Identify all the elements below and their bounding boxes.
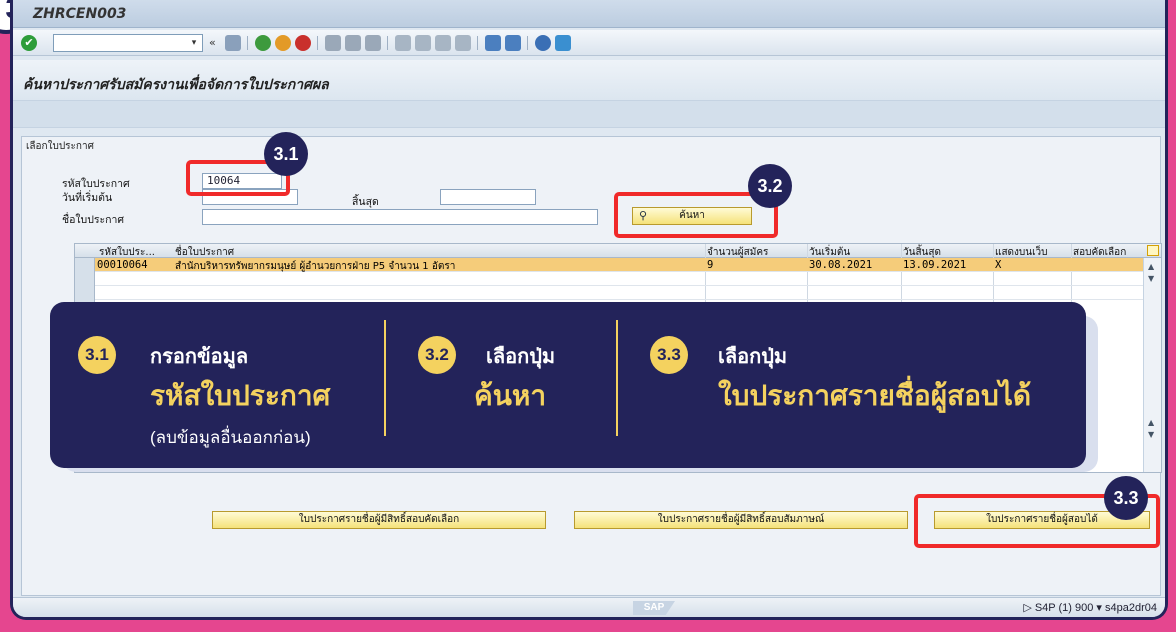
system-info[interactable]: ▷ S4P (1) 900 ▾ s4pa2dr04 (1023, 601, 1157, 614)
shortcut-icon[interactable] (505, 35, 521, 51)
instruction-panel: 3.1 กรอกข้อมูล รหัสใบประกาศ (ลบข้อมูลอื่… (50, 302, 1086, 468)
step-3-3-highlight: ใบประกาศรายชื่อผู้สอบได้ (718, 380, 1032, 411)
step-3-2-title: เลือกปุ่ม (486, 346, 556, 368)
step-3-3-badge: 3.3 (650, 336, 688, 374)
table-row[interactable] (95, 272, 1143, 286)
cell-start: 30.08.2021 (809, 259, 873, 271)
exit-icon[interactable] (275, 35, 291, 51)
toolbar-divider (317, 36, 318, 50)
play-icon[interactable]: ▷ (1023, 602, 1035, 614)
chevron-down-icon[interactable]: ▾ (186, 35, 202, 51)
callout-badge-3-3: 3.3 (1104, 476, 1148, 520)
scroll-down-icon[interactable]: ▼ (1148, 430, 1154, 439)
last-page-icon[interactable] (455, 35, 471, 51)
screen-title: ค้นหาประกาศรับสมัครงานเพื่อจัดการใบประกา… (23, 77, 329, 93)
cell-code: 00010064 (97, 259, 148, 271)
start-date-label: วันที่เริ่มต้น (62, 192, 113, 204)
table-scrollbar[interactable]: ▲ ▼ ▲ ▼ (1143, 258, 1161, 472)
find-next-icon[interactable] (365, 35, 381, 51)
end-date-label: สิ้นสุด (352, 196, 379, 208)
table-row[interactable]: 00010064 สำนักบริหารทรัพยากรมนุษย์ ผู้อำ… (95, 258, 1143, 272)
window-title: ZHRCEN003 (33, 6, 127, 22)
cell-applicants: 9 (707, 259, 714, 271)
cell-web: X (995, 259, 1002, 271)
title-bar: ZHRCEN003 (13, 0, 1165, 28)
collapse-icon[interactable]: « (209, 36, 216, 49)
save-icon[interactable] (225, 35, 241, 51)
enter-check-icon[interactable]: ✔ (21, 35, 37, 51)
toolbar-divider (527, 36, 528, 50)
layout-icon[interactable] (555, 35, 571, 51)
sap-logo: SAP (633, 601, 675, 615)
step-3-1-highlight: รหัสใบประกาศ (150, 380, 331, 411)
exam-list-button[interactable]: ใบประกาศรายชื่อผู้มีสิทธิ์สอบคัดเลือก (212, 511, 546, 529)
next-page-icon[interactable] (435, 35, 451, 51)
announcement-name-input[interactable] (202, 209, 598, 225)
first-page-icon[interactable] (395, 35, 411, 51)
help-icon[interactable] (535, 35, 551, 51)
step-3-2-highlight: ค้นหา (474, 380, 547, 411)
name-label: ชื่อใบประกาศ (62, 214, 125, 226)
end-date-input[interactable] (440, 189, 536, 205)
step-3-1-badge: 3.1 (78, 336, 116, 374)
step-3-2-badge: 3.2 (418, 336, 456, 374)
screen-title-bar: ค้นหาประกาศรับสมัครงานเพื่อจัดการใบประกา… (13, 60, 1165, 100)
step-3-1-title: กรอกข้อมูล (150, 346, 249, 368)
status-bar: SAP ▷ S4P (1) 900 ▾ s4pa2dr04 (13, 597, 1165, 617)
table-row[interactable] (95, 286, 1143, 300)
cell-end: 13.09.2021 (903, 259, 967, 271)
back-icon[interactable] (255, 35, 271, 51)
command-field[interactable]: ▾ (53, 34, 203, 52)
panel-divider (384, 320, 386, 436)
table-settings-icon[interactable] (1147, 245, 1159, 256)
toolbar-divider (387, 36, 388, 50)
step-3-3-title: เลือกปุ่ม (718, 346, 788, 368)
find-icon[interactable] (345, 35, 361, 51)
panel-divider (616, 320, 618, 436)
application-toolbar (13, 100, 1165, 128)
scroll-up-icon[interactable]: ▲ (1148, 262, 1154, 271)
interview-list-button[interactable]: ใบประกาศรายชื่อผู้มีสิทธิ์สอบสัมภาษณ์ (574, 511, 908, 529)
scroll-up-icon[interactable]: ▲ (1148, 418, 1154, 427)
scroll-down-icon[interactable]: ▼ (1148, 274, 1154, 283)
system-toolbar: ✔ ▾ « (13, 30, 1165, 56)
step-3-1-note: (ลบข้อมูลอื่นออกก่อน) (150, 428, 311, 447)
group-title: เลือกใบประกาศ (26, 141, 94, 152)
callout-badge-3-1: 3.1 (264, 132, 308, 176)
print-icon[interactable] (325, 35, 341, 51)
table-header: รหัสใบประ... ชื่อใบประกาศ จำนวนผู้สมัคร … (75, 244, 1161, 258)
previous-page-icon[interactable] (415, 35, 431, 51)
toolbar-divider (247, 36, 248, 50)
new-session-icon[interactable] (485, 35, 501, 51)
callout-badge-3-2: 3.2 (748, 164, 792, 208)
cancel-icon[interactable] (295, 35, 311, 51)
chevron-down-icon[interactable]: ▾ (1096, 602, 1105, 614)
toolbar-divider (477, 36, 478, 50)
